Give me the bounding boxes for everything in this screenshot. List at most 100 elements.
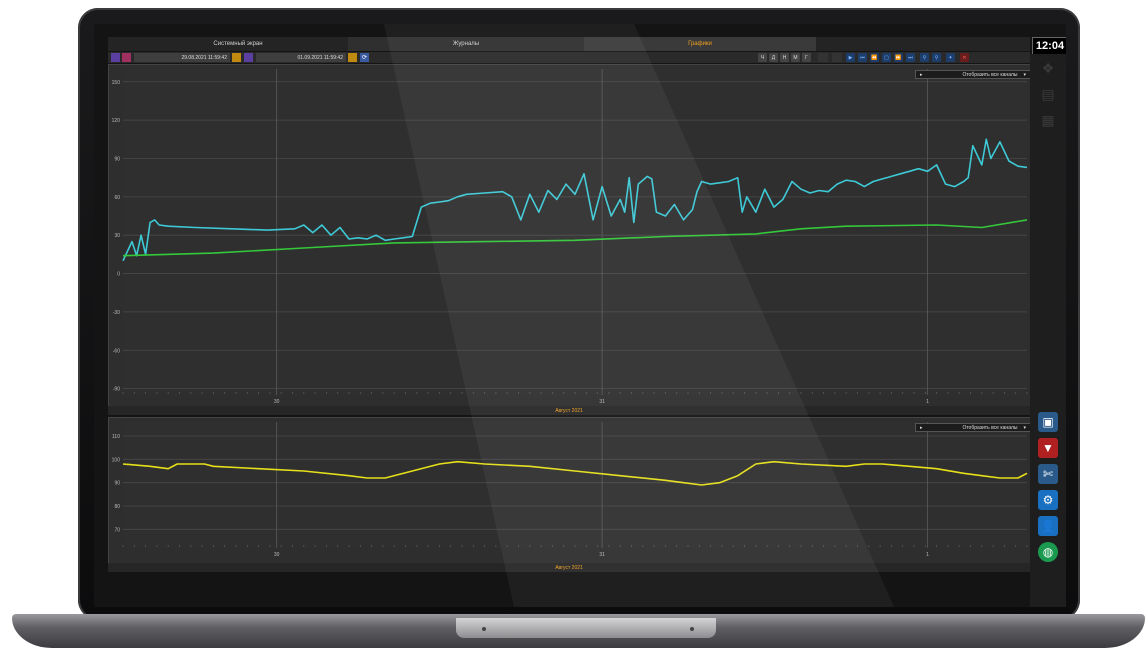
refresh-icon[interactable]: ⟳ [360,53,369,62]
y-tick-label: 30 [114,233,120,239]
antenna-icon[interactable]: ▼ [1038,438,1058,458]
minor-tick [902,392,904,394]
chevron-down-icon: ▾ [1023,424,1026,431]
clock: 12:04 [1032,37,1066,55]
minor-tick [653,545,655,547]
zoom-in-icon[interactable]: ⚲ [920,53,929,62]
minor-tick [224,545,226,547]
play-icon[interactable]: ▶ [846,53,855,62]
minor-tick [574,392,576,394]
minor-tick [755,392,757,394]
y-tick-label: 90 [114,156,120,162]
user-icon[interactable]: 👤 [1038,516,1058,536]
settings-icon[interactable]: ✄ [1038,464,1058,484]
minor-tick [924,545,926,547]
minor-tick [890,545,892,547]
y-tick-label: 90 [114,481,120,487]
minor-tick [438,392,440,394]
monitor-icon[interactable]: ▣ [1038,412,1058,432]
calendar-icon[interactable] [122,53,131,62]
minor-tick [597,392,599,394]
minor-tick [190,392,192,394]
minor-tick [687,545,689,547]
minor-tick [834,545,836,547]
palette-icon[interactable] [111,53,120,62]
minor-tick [167,545,169,547]
minor-tick [382,545,384,547]
frame-icon[interactable]: ▢ [882,53,891,62]
minor-tick [201,545,203,547]
minor-tick [981,545,983,547]
period-hour-button[interactable]: Ч [758,53,767,62]
minor-tick [348,392,350,394]
calendar-dropdown-icon[interactable] [232,53,241,62]
minor-tick [992,392,994,394]
minor-tick [348,545,350,547]
x-tick-label: 30 [274,552,280,558]
tab-charts[interactable]: Графики [584,37,816,51]
range-icon[interactable] [832,53,842,62]
minor-tick [303,392,305,394]
calendar-icon[interactable] [244,53,253,62]
skip-end-icon[interactable]: ⏭ [906,53,915,62]
document-icon[interactable]: ▤ [1038,84,1058,104]
y-tick-label: 110 [112,434,120,440]
minor-tick [472,392,474,394]
date-to-field[interactable]: 01.09.2021 11:59:42 [256,53,346,62]
minor-tick [393,545,395,547]
close-icon[interactable]: ✕ [960,53,969,62]
minor-tick [698,392,700,394]
minor-tick [303,545,305,547]
chart-icon[interactable]: ▦ [1038,110,1058,130]
range-icon[interactable] [818,53,828,62]
main-chart: 150 120 90 60 30 0 -30 -60 -90 30 31 1 ▸ Отобразить… [108,64,1032,408]
minor-tick [212,392,214,394]
period-day-button[interactable]: Д [769,53,778,62]
period-week-button[interactable]: Н [780,53,789,62]
minor-tick [811,545,813,547]
minor-tick [258,545,260,547]
minor-tick [845,392,847,394]
minor-tick [472,545,474,547]
channels-dropdown[interactable]: ▸ Отобразить все каналы ▾ [915,70,1031,79]
x-tick-label: 1 [926,399,929,405]
y-tick-label: -60 [113,348,120,354]
minor-tick [1015,545,1017,547]
tab-system-screen[interactable]: Системный экран [128,37,348,51]
minor-tick [506,392,508,394]
fast-forward-icon[interactable]: ⏩ [894,53,903,62]
toolbar: 29.08.2021 11:59:42 01.09.2021 11:59:42 … [108,52,1030,63]
y-tick-label: 0 [117,272,120,278]
pin-icon[interactable]: ✦ [946,53,955,62]
y-tick-label: -30 [113,310,120,316]
skip-start-icon[interactable]: ⏮ [858,53,867,62]
minor-tick [280,545,282,547]
minor-tick [167,392,169,394]
layers-icon[interactable]: ❖ [1038,58,1058,78]
minor-tick [393,392,395,394]
minor-tick [258,392,260,394]
minor-tick [122,545,124,547]
tab-journals[interactable]: Журналы [348,37,584,51]
globe-icon[interactable]: ◍ [1038,542,1058,562]
date-from-field[interactable]: 29.08.2021 11:59:42 [134,53,230,62]
period-year-button[interactable]: Г [802,53,811,62]
minor-tick [337,545,339,547]
calendar-dropdown-icon[interactable] [348,53,357,62]
minor-tick [450,545,452,547]
minor-tick [608,392,610,394]
minor-tick [122,392,124,394]
settings-icon[interactable]: ⚙ [1038,490,1058,510]
minor-tick [461,545,463,547]
x-tick-label: 30 [274,399,280,405]
month-axis-label: Август 2021 [108,406,1030,415]
rewind-icon[interactable]: ⏪ [870,53,879,62]
period-month-button[interactable]: М [791,53,800,62]
minor-tick [845,545,847,547]
zoom-out-icon[interactable]: ⚲ [932,53,941,62]
minor-tick [529,545,531,547]
channels-dropdown[interactable]: ▸ Отобразить все каналы ▾ [915,423,1031,432]
minor-tick [269,545,271,547]
minor-tick [551,545,553,547]
minor-tick [518,545,519,547]
